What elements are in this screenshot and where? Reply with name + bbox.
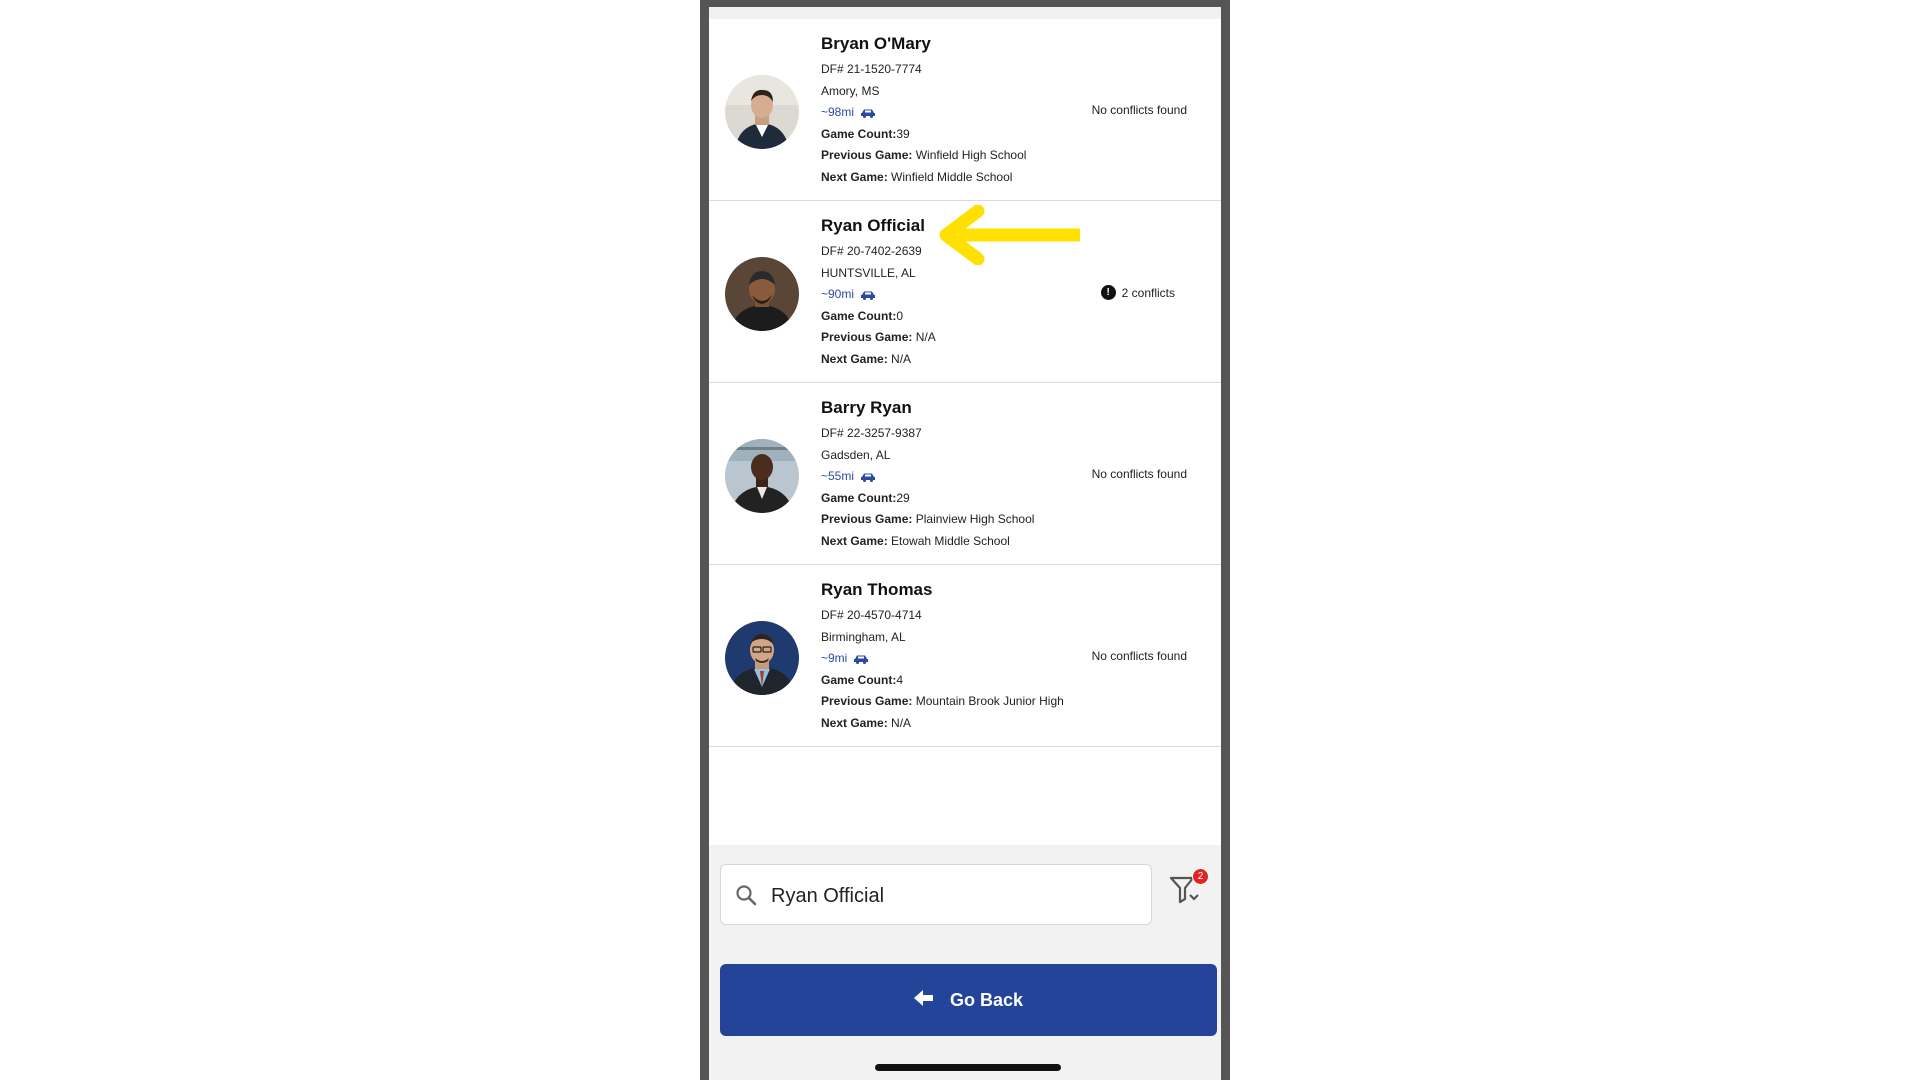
- avatar: [725, 257, 799, 331]
- home-indicator[interactable]: [875, 1064, 1061, 1071]
- official-list[interactable]: Bryan O'Mary DF# 21-1520-7774 Amory, MS …: [709, 19, 1221, 747]
- avatar: [725, 621, 799, 695]
- location: Amory, MS: [821, 83, 880, 98]
- game-count-label: Game Count:: [821, 308, 897, 323]
- previous-game-label: Previous Game:: [821, 694, 913, 708]
- distance: ~55mi: [821, 466, 1101, 488]
- previous-game-label: Previous Game:: [821, 330, 913, 344]
- conflict-text: No conflicts found: [1091, 467, 1187, 481]
- filter-button[interactable]: 2: [1168, 868, 1209, 913]
- conflict-status: No conflicts found: [1092, 103, 1187, 117]
- game-count-value: 39: [896, 126, 910, 141]
- distance: ~90mi: [821, 284, 1101, 306]
- conflict-status: No conflicts found: [1092, 649, 1187, 663]
- conflict-text: 2 conflicts: [1121, 285, 1175, 300]
- next-game-label: Next Game:: [821, 715, 888, 730]
- official-card[interactable]: Bryan O'Mary DF# 21-1520-7774 Amory, MS …: [709, 19, 1221, 201]
- go-back-label: Go Back: [949, 989, 1024, 1010]
- official-name: Barry Ryan: [821, 398, 912, 417]
- car-icon: [860, 108, 876, 118]
- go-back-button[interactable]: Go Back: [720, 964, 1217, 1036]
- previous-game-value: Plainview High School: [915, 512, 1035, 526]
- car-icon: [860, 472, 876, 482]
- official-card[interactable]: Ryan Thomas DF# 20-4570-4714 Birmingham,…: [709, 565, 1221, 747]
- df-number: DF# 20-4570-4714: [821, 608, 922, 622]
- game-count-label: Game Count:: [821, 672, 897, 687]
- game-count-value: 29: [896, 490, 910, 505]
- filter-count-badge: 2: [1192, 868, 1209, 885]
- distance: ~9mi: [821, 648, 1101, 670]
- avatar: [725, 439, 799, 513]
- previous-game-value: Winfield High School: [915, 148, 1027, 162]
- next-game-label: Next Game:: [821, 533, 888, 548]
- car-icon: [853, 654, 869, 664]
- distance: ~98mi: [821, 102, 1101, 124]
- distance-value: ~55mi: [821, 469, 855, 483]
- distance-value: ~9mi: [821, 651, 848, 665]
- annotation-arrow-icon: [934, 204, 1084, 269]
- filter-icon: [1168, 876, 1202, 909]
- location: Birmingham, AL: [821, 629, 906, 644]
- previous-game-value: N/A: [915, 330, 936, 344]
- df-number: DF# 21-1520-7774: [821, 62, 922, 76]
- conflict-text: No conflicts found: [1091, 649, 1187, 663]
- next-game-value: N/A: [891, 351, 912, 366]
- official-name: Bryan O'Mary: [821, 34, 931, 53]
- official-name: Ryan Thomas: [821, 580, 933, 599]
- distance-value: ~98mi: [821, 105, 855, 119]
- next-game-value: N/A: [891, 715, 912, 730]
- previous-game-label: Previous Game:: [821, 512, 913, 526]
- conflict-status[interactable]: ! 2 conflicts: [1100, 285, 1175, 300]
- previous-game-label: Previous Game:: [821, 148, 913, 162]
- conflict-text: No conflicts found: [1091, 103, 1187, 117]
- alert-icon: !: [1100, 285, 1116, 300]
- next-game-value: Etowah Middle School: [891, 533, 1010, 548]
- search-box[interactable]: [720, 864, 1152, 925]
- conflict-status: No conflicts found: [1092, 467, 1187, 481]
- search-input[interactable]: [769, 875, 1133, 917]
- arrow-left-icon: [913, 989, 934, 1011]
- car-icon: [860, 290, 876, 300]
- phone-frame: Bryan O'Mary DF# 21-1520-7774 Amory, MS …: [700, 0, 1230, 1080]
- distance-value: ~90mi: [821, 287, 855, 301]
- game-count-value: 0: [896, 308, 904, 323]
- official-card[interactable]: Barry Ryan DF# 22-3257-9387 Gadsden, AL …: [709, 383, 1221, 565]
- app-screen: Bryan O'Mary DF# 21-1520-7774 Amory, MS …: [709, 7, 1221, 1080]
- game-count-label: Game Count:: [821, 126, 897, 141]
- avatar: [725, 75, 799, 149]
- next-game-label: Next Game:: [821, 169, 888, 184]
- search-icon: [735, 884, 757, 910]
- location: Gadsden, AL: [821, 447, 891, 462]
- next-game-value: Winfield Middle School: [891, 169, 1013, 184]
- game-count-label: Game Count:: [821, 490, 897, 505]
- top-strip: [709, 7, 1221, 19]
- game-count-value: 4: [896, 672, 904, 687]
- previous-game-value: Mountain Brook Junior High: [915, 694, 1064, 708]
- bottom-panel: 2 Go Back: [709, 845, 1221, 1080]
- next-game-label: Next Game:: [821, 351, 888, 366]
- df-number: DF# 22-3257-9387: [821, 426, 922, 440]
